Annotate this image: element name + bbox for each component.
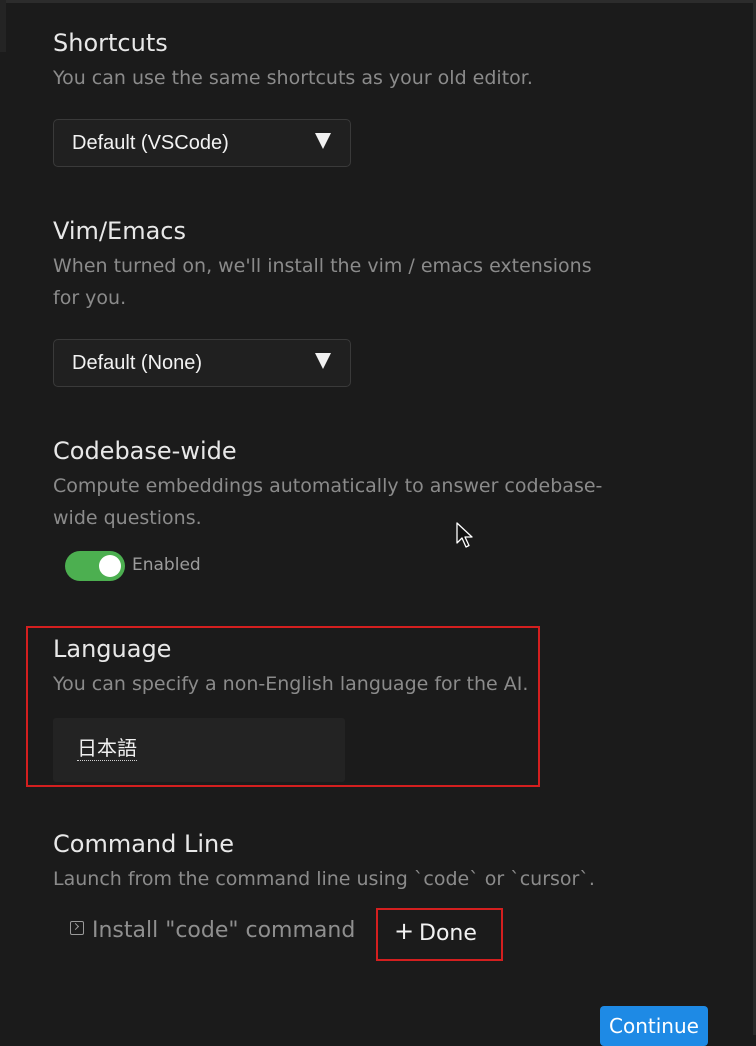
toggle-knob [99, 555, 121, 577]
done-button[interactable]: + Done [380, 912, 498, 958]
codebase-title: Codebase-wide [53, 437, 237, 465]
caret-down-icon [315, 353, 331, 369]
language-input[interactable]: 日本語 [53, 718, 345, 782]
vim-emacs-description: When turned on, we'll install the vim / … [53, 255, 592, 309]
shortcuts-selected-value: Default (VSCode) [72, 132, 229, 154]
shortcuts-dropdown[interactable]: Default (VSCode) [53, 119, 351, 167]
continue-button[interactable]: Continue [600, 1006, 708, 1046]
language-title: Language [53, 635, 172, 663]
mouse-pointer-icon [456, 522, 473, 548]
codebase-toggle-label: Enabled [132, 555, 201, 575]
done-label: Done [419, 921, 477, 946]
install-code-command-button[interactable]: Install "code" command [70, 918, 355, 943]
install-code-command-label: Install "code" command [92, 918, 356, 943]
vim-emacs-selected-value: Default (None) [72, 352, 203, 374]
codebase-description: Compute embeddings automatically to answ… [53, 475, 603, 529]
vim-emacs-dropdown[interactable]: Default (None) [53, 339, 351, 387]
window-top-border [0, 0, 756, 3]
language-description: You can specify a non-English language f… [53, 673, 529, 695]
window-left-border [0, 0, 6, 52]
shortcuts-description: You can use the same shortcuts as your o… [53, 67, 533, 89]
plus-icon: + [394, 917, 415, 945]
shortcuts-title: Shortcuts [53, 29, 168, 57]
language-input-value: 日本語 [77, 736, 137, 761]
terminal-icon [70, 921, 84, 935]
codebase-toggle[interactable] [65, 551, 125, 581]
command-line-description: Launch from the command line using `code… [53, 868, 595, 890]
caret-down-icon [315, 133, 331, 149]
vim-emacs-title: Vim/Emacs [53, 217, 186, 245]
command-line-title: Command Line [53, 830, 234, 858]
